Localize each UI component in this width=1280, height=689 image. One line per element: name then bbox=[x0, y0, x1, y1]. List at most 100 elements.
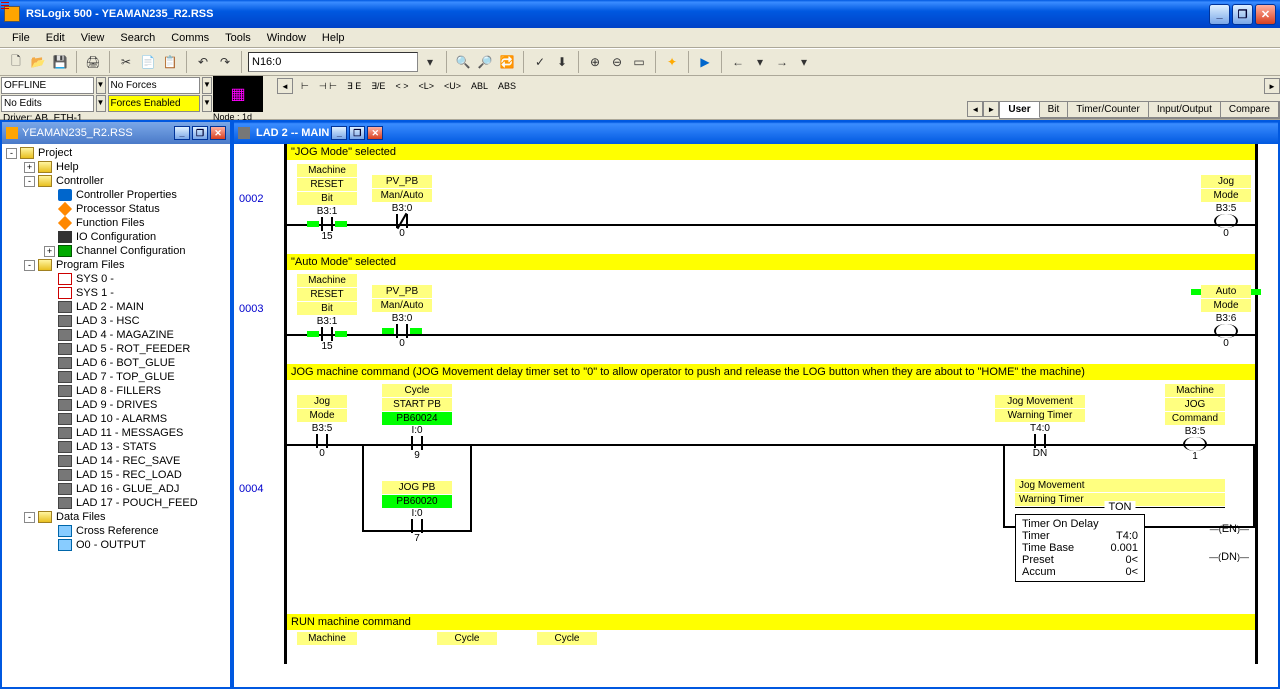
menu-edit[interactable]: Edit bbox=[38, 30, 73, 46]
tab-compare[interactable]: Compare bbox=[1221, 102, 1279, 118]
instr-rung[interactable]: ⊢ bbox=[299, 79, 311, 93]
menu-search[interactable]: Search bbox=[112, 30, 163, 46]
tree-item[interactable]: -Controller bbox=[4, 174, 228, 188]
tab-timer[interactable]: Timer/Counter bbox=[1068, 102, 1149, 118]
tree-toggle-icon[interactable]: - bbox=[24, 176, 35, 187]
tree-item[interactable]: LAD 5 - ROT_FEEDER bbox=[4, 342, 228, 356]
instr-xic[interactable]: ∃ E bbox=[345, 79, 363, 93]
verify-icon[interactable]: ✓ bbox=[530, 52, 550, 72]
instr-ote[interactable]: < > bbox=[393, 79, 410, 93]
menu-help[interactable]: Help bbox=[314, 30, 353, 46]
tree-item[interactable]: -Program Files bbox=[4, 258, 228, 272]
cut-icon[interactable]: ✂ bbox=[116, 52, 136, 72]
ladder-maximize-button[interactable]: ❐ bbox=[349, 126, 365, 140]
instruction-xic[interactable]: JOG PB PB60020 I:0 7 bbox=[382, 481, 452, 544]
tree-close-button[interactable]: ✕ bbox=[210, 126, 226, 140]
tree-toggle-icon[interactable]: + bbox=[44, 246, 55, 257]
goto-icon[interactable]: ✦ bbox=[662, 52, 682, 72]
instruction-ton[interactable]: Jog Movement Warning Timer TON Timer On … bbox=[1015, 479, 1225, 582]
tab-scroll-right[interactable]: ► bbox=[983, 101, 999, 117]
tab-bit[interactable]: Bit bbox=[1040, 102, 1069, 118]
instruction-xic[interactable]: Jog Mode B3:5 0 bbox=[297, 395, 347, 459]
instruction-ote[interactable]: Machine JOG Command B3:5 1 bbox=[1165, 384, 1225, 462]
tree-item[interactable]: -Project bbox=[4, 146, 228, 160]
rung-0004[interactable]: 0004 JOG machine command (JOG Movement d… bbox=[284, 364, 1258, 614]
instruction-xic[interactable]: Cycle START PB PB60024 I:0 9 bbox=[382, 384, 452, 461]
tree-item[interactable]: LAD 13 - STATS bbox=[4, 440, 228, 454]
tree-item[interactable]: O0 - OUTPUT bbox=[4, 538, 228, 552]
dropdown-icon[interactable]: ▾ bbox=[420, 52, 440, 72]
tree-maximize-button[interactable]: ❐ bbox=[192, 126, 208, 140]
instruction-xic[interactable]: Machine RESET Bit B3:1 15 bbox=[297, 164, 357, 242]
menu-tools[interactable]: Tools bbox=[217, 30, 259, 46]
instruction-xic[interactable]: PV_PB Man/Auto B3:0 0 bbox=[372, 285, 432, 349]
tree-item[interactable]: LAD 16 - GLUE_ADJ bbox=[4, 482, 228, 496]
tree-toggle-icon[interactable]: - bbox=[24, 512, 35, 523]
address-input[interactable] bbox=[248, 52, 418, 72]
rung-partial[interactable]: RUN machine command Machine Cycle Cycle bbox=[284, 614, 1258, 664]
instr-scroll-right[interactable]: ► bbox=[1264, 78, 1280, 94]
menu-window[interactable]: Window bbox=[259, 30, 314, 46]
print-icon[interactable]: 🖨 bbox=[83, 52, 103, 72]
tree-toggle-icon[interactable]: - bbox=[24, 260, 35, 271]
instruction-xic[interactable]: Machine RESET Bit B3:1 15 bbox=[297, 274, 357, 352]
ladder-minimize-button[interactable]: _ bbox=[331, 126, 347, 140]
tree-item[interactable]: -Data Files bbox=[4, 510, 228, 524]
tab-user[interactable]: User bbox=[1000, 102, 1039, 118]
ladder-close-button[interactable]: ✕ bbox=[367, 126, 383, 140]
tree-item[interactable]: Cross Reference bbox=[4, 524, 228, 538]
tree-item[interactable]: +Help bbox=[4, 160, 228, 174]
tab-scroll-left[interactable]: ◄ bbox=[967, 101, 983, 117]
tree-item[interactable]: LAD 8 - FILLERS bbox=[4, 384, 228, 398]
tree-item[interactable]: LAD 7 - TOP_GLUE bbox=[4, 370, 228, 384]
tree-item[interactable]: LAD 6 - BOT_GLUE bbox=[4, 356, 228, 370]
instruction-ote[interactable]: Jog Mode B3:5 0 bbox=[1201, 175, 1251, 239]
instr-xio[interactable]: ∃/E bbox=[369, 79, 387, 93]
undo-icon[interactable]: ↶ bbox=[193, 52, 213, 72]
instr-abs[interactable]: ABS bbox=[496, 79, 518, 93]
zoom-out-icon[interactable]: ⊖ bbox=[607, 52, 627, 72]
tree-item[interactable]: SYS 1 - bbox=[4, 286, 228, 300]
open-icon[interactable]: 📂 bbox=[28, 52, 48, 72]
instr-otl[interactable]: <L> bbox=[416, 79, 436, 93]
instr-scroll-left[interactable]: ◄ bbox=[277, 78, 293, 94]
tree-item[interactable]: LAD 2 - MAIN bbox=[4, 300, 228, 314]
find-icon[interactable]: 🔍 bbox=[453, 52, 473, 72]
tree-item[interactable]: LAD 17 - POUCH_FEED bbox=[4, 496, 228, 510]
tree-minimize-button[interactable]: _ bbox=[174, 126, 190, 140]
forward-drop-icon[interactable]: ▾ bbox=[794, 52, 814, 72]
tree-item[interactable]: +Channel Configuration bbox=[4, 244, 228, 258]
forward-icon[interactable]: → bbox=[772, 52, 792, 72]
tree-item[interactable]: LAD 10 - ALARMS bbox=[4, 412, 228, 426]
tree-toggle-icon[interactable]: + bbox=[24, 162, 35, 173]
rung-0002[interactable]: 0002 "JOG Mode" selected Machine RESET B… bbox=[284, 144, 1258, 254]
instruction-xic[interactable]: Jog Movement Warning Timer T4:0 DN bbox=[995, 395, 1085, 459]
instr-branch[interactable]: ⊣ ⊢ bbox=[317, 79, 339, 93]
maximize-button[interactable]: ❐ bbox=[1232, 4, 1253, 25]
instr-otu[interactable]: <U> bbox=[442, 79, 463, 93]
status-forces-enabled-drop[interactable]: ▼ bbox=[202, 95, 212, 112]
status-online-drop[interactable]: ▼ bbox=[96, 77, 106, 94]
copy-icon[interactable]: 📄 bbox=[138, 52, 158, 72]
new-icon[interactable]: 🗋 bbox=[6, 52, 26, 72]
tree-item[interactable]: Function Files bbox=[4, 216, 228, 230]
tree-item[interactable]: LAD 4 - MAGAZINE bbox=[4, 328, 228, 342]
find-next-icon[interactable]: 🔎 bbox=[475, 52, 495, 72]
instruction-xio[interactable]: PV_PB Man/Auto B3:0 0 bbox=[372, 175, 432, 239]
tree-item[interactable]: Processor Status bbox=[4, 202, 228, 216]
replace-icon[interactable]: 🔁 bbox=[497, 52, 517, 72]
instr-abl[interactable]: ABL bbox=[469, 79, 490, 93]
close-button[interactable]: ✕ bbox=[1255, 4, 1276, 25]
run-icon[interactable]: ▶ bbox=[695, 52, 715, 72]
tree-item[interactable]: LAD 9 - DRIVES bbox=[4, 398, 228, 412]
menu-file[interactable]: File bbox=[4, 30, 38, 46]
tree-item[interactable]: SYS 0 - bbox=[4, 272, 228, 286]
back-drop-icon[interactable]: ▾ bbox=[750, 52, 770, 72]
tab-io[interactable]: Input/Output bbox=[1149, 102, 1221, 118]
instruction-ote[interactable]: Auto Mode B3:6 0 bbox=[1201, 285, 1251, 349]
paste-icon[interactable]: 📋 bbox=[160, 52, 180, 72]
tree-toggle-icon[interactable]: - bbox=[6, 148, 17, 159]
menu-view[interactable]: View bbox=[73, 30, 113, 46]
status-forces-drop[interactable]: ▼ bbox=[202, 77, 212, 94]
save-icon[interactable]: 💾 bbox=[50, 52, 70, 72]
